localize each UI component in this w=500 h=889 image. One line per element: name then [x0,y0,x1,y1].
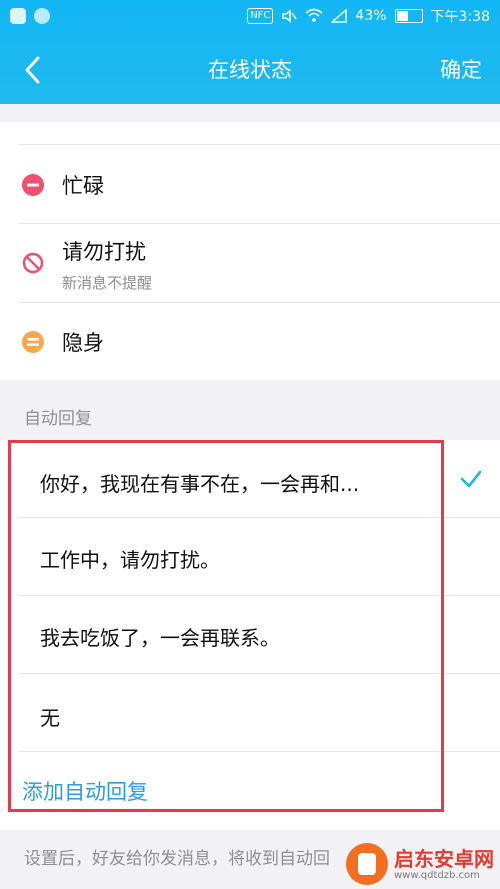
watermark-badge-icon [346,843,388,885]
status-option-busy[interactable]: 忙碌 [0,146,500,224]
checkmark-icon [460,470,482,488]
mute-icon [282,9,298,23]
signal-icon [331,9,348,23]
page-title: 在线状态 [208,58,292,82]
confirm-button[interactable]: 确定 [440,54,482,84]
status-option-invisible[interactable]: 隐身 [0,303,500,380]
status-option-label: 忙碌 [62,174,104,198]
auto-reply-item[interactable]: 无 [40,702,60,731]
nfc-icon: NFC [247,8,274,24]
auto-reply-item[interactable]: 工作中，请勿打扰。 [40,544,220,573]
equals-circle-icon [22,331,44,353]
status-option-sublabel: 新消息不提醒 [62,274,153,292]
auto-reply-list: 你好，我现在有事不在，一会再和... 工作中，请勿打扰。 我去吃饭了，一会再联系… [0,440,500,830]
auto-reply-item[interactable]: 你好，我现在有事不在，一会再和... [40,468,359,497]
add-auto-reply-link[interactable]: 添加自动回复 [22,776,148,806]
notification-app-icon [10,8,26,24]
status-option-do-not-disturb[interactable]: 请勿打扰 新消息不提醒 [0,224,500,302]
notification-app-icon [34,8,50,24]
watermark-url: www.qdtdzb.com [394,869,480,881]
battery-percent: 43% [355,8,387,24]
status-option-label: 请勿打扰 [62,240,146,264]
watermark-logo: 启东安卓网 www.qdtdzb.com [346,843,494,885]
status-bar: NFC 43% 下午3:38 [0,0,500,36]
divider [18,144,500,145]
status-options-list: 忙碌 请勿打扰 新消息不提醒 隐身 [0,122,500,380]
auto-reply-header: 自动回复 [24,409,92,429]
minus-circle-icon [22,174,44,196]
wifi-icon [305,8,323,22]
divider [18,595,500,596]
auto-reply-footnote: 设置后，好友给你发消息，将收到自动回 [24,849,330,869]
top-bar: NFC 43% 下午3:38 在线状态 确定 [0,0,500,104]
divider [18,751,500,752]
clock: 下午3:38 [430,9,490,25]
nav-bar: 在线状态 确定 [0,36,500,104]
status-indicators: NFC 43% 下午3:38 [247,6,490,26]
battery-level [396,11,408,21]
battery-icon [394,9,423,23]
auto-reply-item[interactable]: 我去吃饭了，一会再联系。 [40,622,280,651]
no-entry-icon [22,252,44,274]
status-option-label: 隐身 [62,331,104,355]
divider [18,673,500,674]
watermark-text: 启东安卓网 [394,846,494,871]
status-notifications [10,8,50,24]
divider [18,517,500,518]
